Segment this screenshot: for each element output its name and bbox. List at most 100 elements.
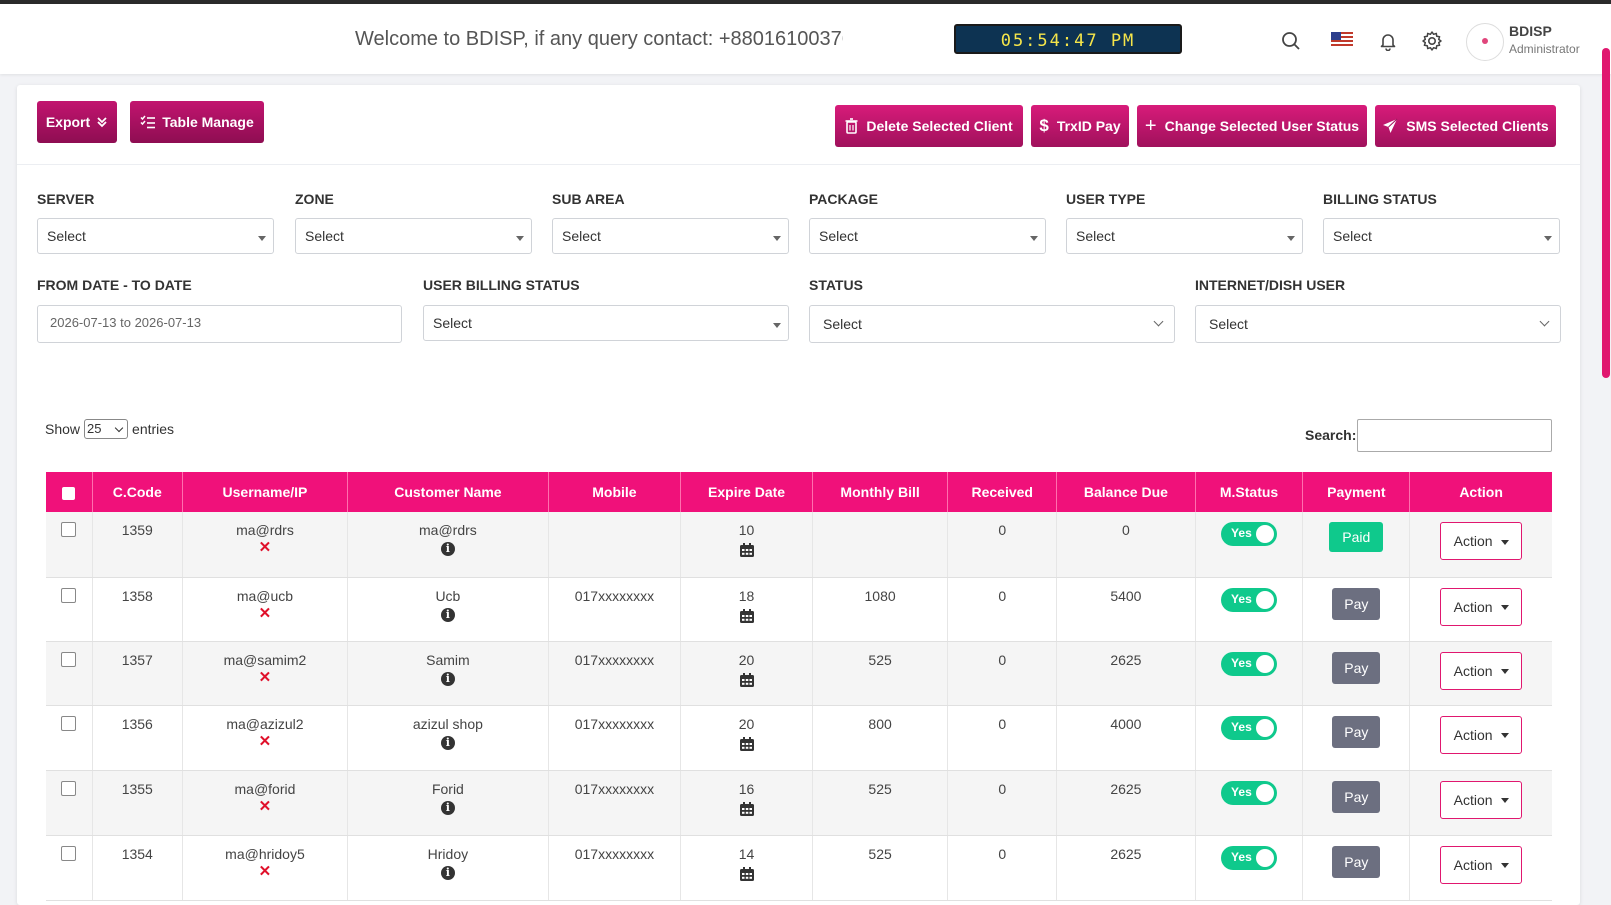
- col-m-status[interactable]: M.Status: [1195, 472, 1304, 512]
- select-all-checkbox[interactable]: [62, 486, 76, 500]
- calendar-icon[interactable]: [739, 672, 755, 688]
- filter-label-billing-status: BILLING STATUS: [1323, 191, 1437, 207]
- mobile: 017xxxxxxxx: [548, 705, 682, 771]
- table-search-input[interactable]: [1357, 419, 1552, 452]
- info-icon[interactable]: i: [440, 542, 455, 556]
- m-status-label: Yes: [1231, 526, 1252, 540]
- calendar-icon[interactable]: [739, 801, 755, 817]
- action-dropdown-button[interactable]: Action: [1440, 522, 1523, 560]
- calendar-icon[interactable]: [739, 608, 755, 624]
- expire-date: 14: [738, 845, 755, 862]
- row-checkbox[interactable]: [61, 651, 77, 667]
- customer-name[interactable]: Forid: [432, 781, 464, 797]
- col-action[interactable]: Action: [1409, 472, 1552, 512]
- action-dropdown-button[interactable]: Action: [1440, 651, 1523, 690]
- flag-us-icon[interactable]: [1331, 32, 1353, 47]
- calendar-icon[interactable]: [739, 866, 755, 882]
- col-balance-due[interactable]: Balance Due: [1056, 472, 1196, 512]
- zone-select[interactable]: Select: [295, 218, 532, 254]
- m-status-toggle[interactable]: Yes: [1221, 715, 1278, 740]
- username[interactable]: ma@samim2: [224, 652, 307, 668]
- paid-badge: Paid: [1329, 522, 1384, 552]
- server-select[interactable]: Select: [37, 218, 274, 254]
- m-status-toggle[interactable]: Yes: [1221, 651, 1278, 676]
- col-monthly-bill[interactable]: Monthly Bill: [812, 472, 949, 512]
- customer-name[interactable]: Ucb: [435, 588, 460, 604]
- col-customer-name[interactable]: Customer Name: [347, 472, 549, 512]
- customer-name[interactable]: azizul shop: [413, 716, 483, 732]
- username[interactable]: ma@ucb: [237, 588, 293, 604]
- row-checkbox[interactable]: [61, 715, 77, 731]
- calendar-icon[interactable]: [739, 542, 755, 558]
- m-status-toggle[interactable]: Yes: [1221, 522, 1278, 546]
- customer-name[interactable]: Hridoy: [428, 846, 468, 862]
- internet-dish-select[interactable]: Select: [1195, 305, 1561, 343]
- entries-label: entries: [132, 421, 175, 437]
- user-name[interactable]: BDISP: [1509, 23, 1552, 39]
- customer-name-cell: Samim i: [347, 641, 549, 706]
- table-header: C.Code Username/IP Customer Name Mobile …: [46, 472, 1552, 512]
- billing-status-select[interactable]: Select: [1323, 218, 1560, 254]
- sms-selected-button[interactable]: SMS Selected Clients: [1375, 105, 1556, 147]
- row-checkbox[interactable]: [61, 845, 77, 861]
- row-checkbox[interactable]: [61, 587, 77, 603]
- close-x-icon: ✕: [258, 539, 272, 556]
- change-status-button[interactable]: + Change Selected User Status: [1137, 105, 1367, 147]
- col-expire-date[interactable]: Expire Date: [680, 472, 813, 512]
- m-status-toggle[interactable]: Yes: [1221, 845, 1278, 870]
- customer-name[interactable]: Samim: [426, 652, 470, 668]
- package-select-value: Select: [819, 228, 858, 244]
- info-icon[interactable]: i: [440, 735, 455, 750]
- user-billing-status-select[interactable]: Select: [423, 305, 789, 341]
- action-dropdown-button[interactable]: Action: [1440, 780, 1523, 819]
- col-payment[interactable]: Payment: [1302, 472, 1411, 512]
- info-icon[interactable]: i: [440, 607, 455, 622]
- row-checkbox[interactable]: [61, 522, 77, 537]
- username[interactable]: ma@hridoy5: [225, 846, 305, 862]
- search-icon[interactable]: [1278, 28, 1304, 54]
- entries-per-page-select[interactable]: 25: [84, 419, 129, 439]
- page-scrollbar[interactable]: [1602, 48, 1610, 378]
- trxid-pay-button[interactable]: $ TrxID Pay: [1031, 105, 1129, 147]
- avatar[interactable]: [1466, 23, 1504, 61]
- expire-date-cell: 14: [680, 835, 813, 901]
- caret-down-icon: [1287, 236, 1295, 241]
- delete-selected-button[interactable]: Delete Selected Client: [835, 105, 1023, 147]
- action-dropdown-button[interactable]: Action: [1440, 845, 1523, 884]
- m-status-toggle[interactable]: Yes: [1221, 587, 1278, 612]
- package-select[interactable]: Select: [809, 218, 1046, 254]
- username[interactable]: ma@azizul2: [226, 716, 303, 732]
- info-icon[interactable]: i: [440, 865, 455, 880]
- info-icon[interactable]: i: [440, 800, 455, 815]
- col-code[interactable]: C.Code: [92, 472, 183, 512]
- action-dropdown-button[interactable]: Action: [1440, 587, 1523, 626]
- user-type-select[interactable]: Select: [1066, 218, 1303, 254]
- date-range-input[interactable]: 2026-07-13 to 2026-07-13: [37, 305, 402, 343]
- action-dropdown-button[interactable]: Action: [1440, 715, 1523, 754]
- status-select[interactable]: Select: [809, 305, 1175, 343]
- pay-button[interactable]: Pay: [1332, 587, 1381, 620]
- col-mobile[interactable]: Mobile: [548, 472, 682, 512]
- export-button[interactable]: Export: [37, 101, 117, 143]
- row-checkbox[interactable]: [61, 780, 77, 796]
- username[interactable]: ma@forid: [235, 781, 296, 797]
- row-select-cell: [46, 577, 93, 642]
- pay-button[interactable]: Pay: [1332, 651, 1381, 684]
- received: 0: [947, 835, 1058, 901]
- customer-name[interactable]: ma@rdrs: [419, 522, 477, 538]
- pay-button[interactable]: Pay: [1332, 715, 1381, 748]
- table-manage-button[interactable]: Table Manage: [130, 101, 264, 143]
- m-status-toggle[interactable]: Yes: [1221, 780, 1278, 805]
- info-icon[interactable]: i: [440, 671, 455, 686]
- bell-icon[interactable]: [1375, 28, 1401, 54]
- pay-button[interactable]: Pay: [1332, 780, 1381, 813]
- sub-area-select[interactable]: Select: [552, 218, 789, 254]
- filter-label-user-billing-status: USER BILLING STATUS: [423, 277, 580, 293]
- balance-due: 4000: [1056, 705, 1196, 771]
- pay-button[interactable]: Pay: [1332, 845, 1381, 878]
- col-username[interactable]: Username/IP: [182, 472, 349, 512]
- username[interactable]: ma@rdrs: [236, 522, 294, 538]
- gear-icon[interactable]: [1419, 28, 1445, 54]
- col-received[interactable]: Received: [947, 472, 1058, 512]
- calendar-icon[interactable]: [739, 736, 755, 752]
